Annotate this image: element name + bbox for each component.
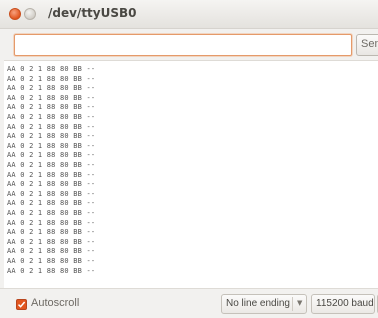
serial-output-area[interactable]: AA 0 2 1 88 80 BB -- AA 0 2 1 88 80 BB --… [4,60,378,289]
baud-rate-value: 115200 baud [316,298,374,309]
output-line: AA 0 2 1 88 80 BB -- [7,151,96,160]
send-button[interactable]: Send [356,34,378,56]
output-line: AA 0 2 1 88 80 BB -- [7,65,96,73]
baud-rate-select[interactable]: 115200 baud [311,294,375,314]
output-line: AA 0 2 1 88 80 BB -- [7,189,96,198]
output-line: AA 0 2 1 88 80 BB -- [7,170,96,179]
close-window-icon[interactable] [9,8,21,20]
dropdown-separator [292,297,293,311]
output-line: AA 0 2 1 88 80 BB -- [7,74,96,83]
output-line: AA 0 2 1 88 80 BB -- [7,247,96,256]
minimize-window-icon[interactable] [24,8,36,20]
autoscroll-label: Autoscroll [31,297,80,309]
title-bar[interactable]: /dev/ttyUSB0 [0,0,378,29]
output-line: AA 0 2 1 88 80 BB -- [7,141,96,150]
output-line: AA 0 2 1 88 80 BB -- [7,218,96,227]
autoscroll-checkbox[interactable] [16,299,27,310]
output-line: AA 0 2 1 88 80 BB -- [7,84,96,93]
checkmark-icon [17,301,26,308]
output-line: AA 0 2 1 88 80 BB -- [7,199,96,208]
chevron-down-icon: ▼ [297,299,303,307]
output-line: AA 0 2 1 88 80 BB -- [7,209,96,217]
output-line: AA 0 2 1 88 80 BB -- [7,93,96,102]
send-row: Send [0,32,378,58]
window-title: /dev/ttyUSB0 [48,6,137,20]
output-line: AA 0 2 1 88 80 BB -- [7,103,96,112]
footer-bar: Autoscroll No line ending ▼ 115200 baud … [0,288,378,318]
output-line: AA 0 2 1 88 80 BB -- [7,180,96,189]
output-line: AA 0 2 1 88 80 BB -- [7,161,96,169]
output-line: AA 0 2 1 88 80 BB -- [7,257,96,265]
serial-monitor-window: /dev/ttyUSB0 Send AA 0 2 1 88 80 BB --AA… [0,0,378,318]
output-line: AA 0 2 1 88 80 BB -- [7,122,96,131]
output-line: AA 0 2 1 88 80 BB -- [7,228,96,237]
line-ending-select[interactable]: No line ending ▼ [221,294,307,314]
output-line: AA 0 2 1 88 80 BB -- [7,266,96,275]
output-line: AA 0 2 1 88 80 BB -- [7,237,96,246]
line-ending-value: No line ending [226,298,290,309]
output-line: AA 0 2 1 88 80 BB -- [7,113,96,121]
send-input[interactable] [14,34,352,56]
output-line: AA 0 2 1 88 80 BB -- [7,132,96,141]
